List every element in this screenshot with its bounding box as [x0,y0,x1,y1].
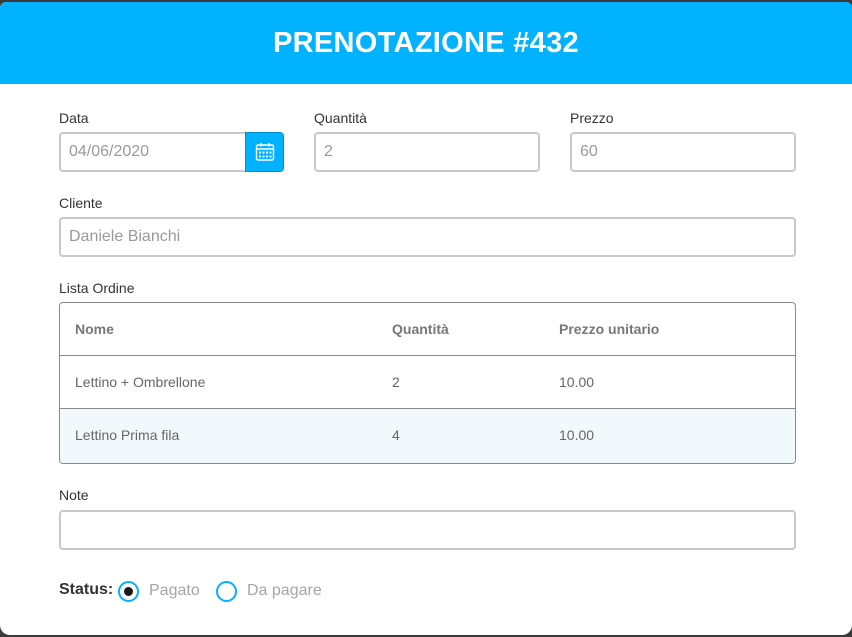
page-title: PRENOTAZIONE #432 [273,26,579,59]
row-unit-price: 10.00 [559,374,595,390]
calendar-icon [255,142,275,162]
notes-field[interactable] [59,510,796,550]
table-header-row: Nome Quantità Prezzo unitario [60,303,795,356]
table-row[interactable]: Lettino + Ombrellone 2 10.00 [60,356,795,409]
status-paid-label[interactable]: Pagato [149,582,200,600]
column-header-unit-price: Prezzo unitario [559,321,660,337]
date-picker-button[interactable] [245,132,284,172]
price-field[interactable]: 60 [570,132,796,172]
row-name: Lettino + Ombrellone [75,374,206,390]
status-label: Status: [59,581,114,598]
order-table: Nome Quantità Prezzo unitario Lettino + … [59,302,796,464]
row-name: Lettino Prima fila [75,427,180,443]
notes-label: Note [59,487,89,503]
column-header-quantity: Quantità [392,321,449,337]
date-field[interactable]: 04/06/2020 [59,132,247,172]
column-header-name: Nome [75,321,114,337]
status-unpaid-label[interactable]: Da pagare [247,582,322,600]
header-bar: PRENOTAZIONE #432 [0,2,852,84]
quantity-label: Quantità [314,110,367,126]
status-unpaid-radio[interactable] [216,581,237,602]
row-unit-price: 10.00 [559,427,595,443]
client-field[interactable]: Daniele Bianchi [59,217,796,257]
price-label: Prezzo [570,110,614,126]
date-label: Data [59,110,89,126]
booking-card: PRENOTAZIONE #432 Data Quantità Prezzo 0… [0,2,852,635]
order-list-label: Lista Ordine [59,280,135,296]
client-label: Cliente [59,195,103,211]
row-quantity: 4 [392,427,400,443]
table-row[interactable]: Lettino Prima fila 4 10.00 [60,409,795,463]
row-quantity: 2 [392,374,400,390]
status-paid-radio[interactable] [118,581,139,602]
quantity-field[interactable]: 2 [314,132,540,172]
